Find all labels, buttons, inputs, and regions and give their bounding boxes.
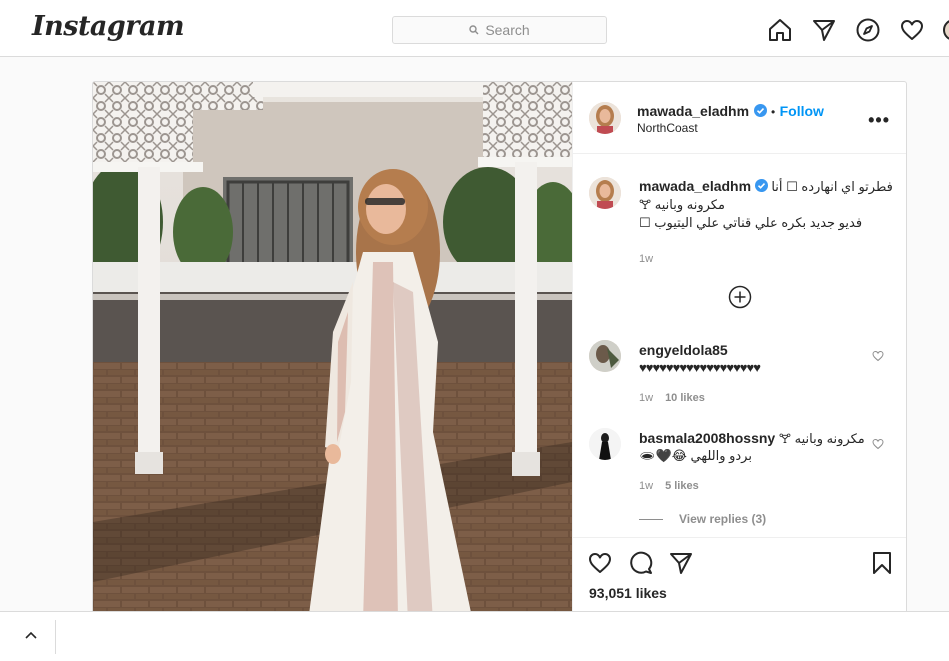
view-replies-button[interactable]: View replies (3) [639, 512, 766, 526]
comment-username[interactable]: basmala2008hossny [639, 430, 775, 446]
comment-text: ♥♥♥♥♥♥♥♥♥♥♥♥♥♥♥♥♥♥ [639, 360, 761, 375]
comment-bubble-icon[interactable] [628, 550, 654, 576]
replies-divider [639, 518, 663, 520]
caption-username[interactable]: mawada_eladhm [639, 178, 751, 194]
comment-meta: 1w 10 likes [639, 392, 705, 404]
follow-button[interactable]: Follow [780, 103, 824, 119]
verified-badge-icon [754, 179, 768, 192]
activity-heart-icon[interactable] [899, 17, 925, 43]
comment-text: مكرونه وبانيه 🝖 [778, 431, 865, 446]
comment-timestamp[interactable]: 1w [639, 392, 653, 404]
search-input[interactable]: Search [392, 16, 607, 44]
caption-line-1: فطرتو اي انهارده ☐ أنا [771, 179, 893, 194]
caption-line-2: مكرونه وبانيه 🝖 [639, 197, 725, 212]
commenter-avatar[interactable] [589, 340, 621, 372]
view-replies-label: View replies (3) [679, 512, 767, 526]
post-location[interactable]: NorthCoast [637, 121, 698, 135]
share-direct-icon[interactable] [668, 550, 694, 576]
comment-username[interactable]: engyeldola85 [639, 342, 728, 358]
home-icon[interactable] [767, 17, 793, 43]
comment-text-line-2: بردو واللهي 😂🖤🕳 [639, 448, 752, 463]
post-side-panel: mawada_eladhm • Follow NorthCoast ••• ma… [572, 82, 906, 620]
likes-count[interactable]: 93,051 likes [589, 585, 667, 601]
comment-likes[interactable]: 5 likes [665, 480, 699, 492]
direct-icon[interactable] [811, 17, 837, 43]
post-card: mawada_eladhm • Follow NorthCoast ••• ma… [92, 81, 907, 621]
comment-timestamp[interactable]: 1w [639, 480, 653, 492]
more-options-button[interactable]: ••• [868, 110, 890, 131]
search-icon [469, 25, 479, 35]
follow-separator: • [770, 105, 776, 119]
chevron-up-icon[interactable] [22, 627, 40, 645]
comment-likes[interactable]: 10 likes [665, 392, 705, 404]
verified-badge-icon [753, 104, 767, 117]
comment-item: basmala2008hossny مكرونه وبانيه 🝖 بردو و… [589, 428, 894, 498]
like-heart-icon[interactable] [587, 550, 613, 576]
explore-icon[interactable] [855, 17, 881, 43]
caption-avatar[interactable] [589, 177, 621, 209]
search-placeholder: Search [485, 22, 530, 38]
top-navigation-bar: Instagram Search [0, 0, 949, 57]
post-header: mawada_eladhm • Follow NorthCoast ••• [573, 82, 906, 154]
caption-line-3: فديو جديد بكره علي قناتي علي اليتيوب ☐ [639, 215, 863, 230]
bottom-divider [55, 620, 56, 654]
comment-meta: 1w 5 likes [639, 480, 699, 492]
comment-item: engyeldola85 ♥♥♥♥♥♥♥♥♥♥♥♥♥♥♥♥♥♥ 1w 10 lik… [589, 340, 894, 410]
photo-illustration [93, 82, 572, 620]
caption-text: mawada_eladhm فطرتو اي انهارده ☐ أنا مكر… [639, 177, 894, 268]
load-more-comments-icon[interactable] [728, 285, 752, 309]
save-bookmark-icon[interactable] [869, 550, 895, 576]
bottom-bar [0, 611, 949, 661]
comment-like-heart-icon[interactable] [872, 438, 884, 450]
author-avatar[interactable] [589, 102, 621, 134]
profile-avatar[interactable] [943, 19, 949, 41]
caption-timestamp[interactable]: 1w [639, 250, 894, 268]
post-actions-bar: 93,051 likes [573, 537, 906, 620]
comment-like-heart-icon[interactable] [872, 350, 884, 362]
commenter-avatar[interactable] [589, 428, 621, 460]
author-username[interactable]: mawada_eladhm [637, 103, 749, 119]
post-photo[interactable] [93, 82, 572, 620]
instagram-logo[interactable]: Instagram [32, 11, 185, 42]
